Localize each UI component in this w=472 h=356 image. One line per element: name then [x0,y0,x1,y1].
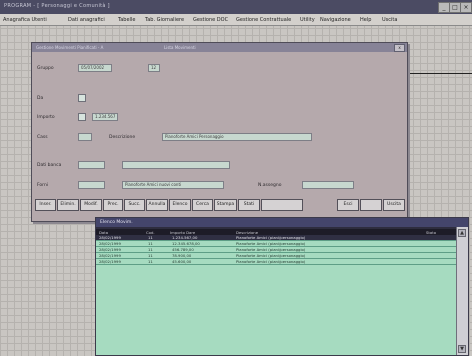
label-da: Da [37,96,44,101]
delete-button[interactable]: Elimin. [57,199,79,211]
cancel-button[interactable]: Annulla [146,199,168,211]
form-toolbar: Inser. Elimin. Modif. Prec. Succ. Annull… [32,199,407,213]
menu-item[interactable]: Gestione Contrattuale [236,17,291,23]
cell-description: Pianoforte Amici (piani/personaggio) [236,259,306,264]
menu-item[interactable]: Tab. Giornaliere [145,17,184,23]
form-titlebar: Gestione Movimenti Pianificati - A Lista… [32,43,407,52]
scroll-up-icon[interactable]: ▲ [458,229,466,237]
list-button[interactable]: Elenco [169,199,191,211]
importo-field[interactable]: 1.234.567 [92,113,118,121]
form-subtitle: Lista Movimenti [164,45,196,50]
cell-date: 28/02/1999 [99,253,121,258]
cell-date: 28/02/1999 [99,235,121,240]
gruppo-field[interactable]: 05/07/2002 [78,64,112,72]
status-button[interactable]: Stati [238,199,260,211]
app-title: PROGRAM - [ Personaggi e Comunità ] [4,3,110,9]
movements-list-window: Elenco Movim. Data Cod. Importo Dare Des… [95,217,469,356]
label-cass: Cass [37,135,48,140]
label-descrizione: Descrizione [109,135,136,140]
gruppo-code-field[interactable]: 12 [148,64,160,72]
cell-amount: 45.600,00 [172,259,192,264]
search-button[interactable]: Cerca [192,199,213,211]
app-titlebar: PROGRAM - [ Personaggi e Comunità ] _ □ … [0,0,472,14]
menu-item[interactable]: Gestione DOC [193,17,228,23]
cell-code: 11 [148,253,153,258]
forni-code-field[interactable] [78,181,105,189]
menu-item[interactable]: Navigazione [320,17,351,23]
modify-button[interactable]: Modif. [80,199,102,211]
print-button[interactable]: Stampa [214,199,237,211]
forni-field[interactable]: Pianoforte Amici nuovi conti [122,181,224,189]
descrizione-field[interactable]: Pianoforte Amici Personaggio [162,133,312,141]
cell-description: Pianoforte Amici (piani/personaggio) [236,235,306,240]
menu-item[interactable]: Dati anagrafici [68,17,105,23]
exit-button[interactable]: Esci [337,199,359,211]
label-importo: Importo [37,115,55,120]
label-forni: Forni [37,183,49,188]
scroll-down-icon[interactable]: ▼ [458,345,466,353]
menu-item[interactable]: Help [360,17,371,23]
list-grid: 28/02/1999 11 1.234.567,00 Pianoforte Am… [96,235,456,355]
label-n-assegno: N.assegno [258,183,282,188]
cell-code: 11 [148,247,153,252]
cell-code: 11 [148,259,153,264]
importo-checkbox[interactable] [78,113,86,121]
cell-description: Pianoforte Amici (piani/personaggio) [236,253,306,258]
quit-button[interactable]: Uscita [383,199,405,211]
cell-amount: 78.900,00 [172,253,192,258]
movements-form-window: Gestione Movimenti Pianificati - A Lista… [31,42,408,222]
list-title: Elenco Movim. [100,220,133,225]
label-dati-banca: Dati banca [37,163,62,168]
table-row[interactable]: 28/02/1999 11 45.600,00 Pianoforte Amici… [96,259,456,265]
callout-line [405,73,472,74]
next-button[interactable]: Succ. [124,199,145,211]
label-gruppo: Gruppo [37,66,54,71]
cell-description: Pianoforte Amici (piani/personaggio) [236,247,306,252]
insert-button[interactable]: Inser. [35,199,56,211]
form-title: Gestione Movimenti Pianificati - A [36,45,104,50]
dati-banca-field[interactable] [122,161,230,169]
cell-date: 28/02/1999 [99,247,121,252]
list-scrollbar[interactable]: ▲ ▼ [456,227,468,355]
cell-description: Pianoforte Amici (piani/personaggio) [236,241,306,246]
dati-banca-code-field[interactable] [78,161,105,169]
blank-button[interactable] [261,199,303,211]
da-checkbox[interactable] [78,94,86,102]
cell-amount: 12.345.678,00 [172,241,200,246]
form-close-button[interactable]: x [394,44,405,52]
cell-date: 28/02/1999 [99,241,121,246]
cell-code: 11 [148,235,153,240]
previous-button[interactable]: Prec. [103,199,123,211]
cell-code: 11 [148,241,153,246]
cell-date: 28/02/1999 [99,259,121,264]
menu-item[interactable]: Utility [300,17,315,23]
menu-bar: Anagrafica Utenti Dati anagrafici Tabell… [0,14,472,26]
n-assegno-field[interactable] [302,181,354,189]
list-titlebar: Elenco Movim. [96,218,468,227]
cell-amount: 456.789,00 [172,247,194,252]
cell-amount: 1.234.567,00 [172,235,198,240]
menu-item[interactable]: Uscita [382,17,397,23]
menu-item[interactable]: Tabelle [118,17,135,23]
menu-item[interactable]: Anagrafica Utenti [3,17,47,23]
blank-button-2[interactable] [360,199,382,211]
close-button[interactable]: × [460,2,472,13]
cass-field[interactable] [78,133,92,141]
